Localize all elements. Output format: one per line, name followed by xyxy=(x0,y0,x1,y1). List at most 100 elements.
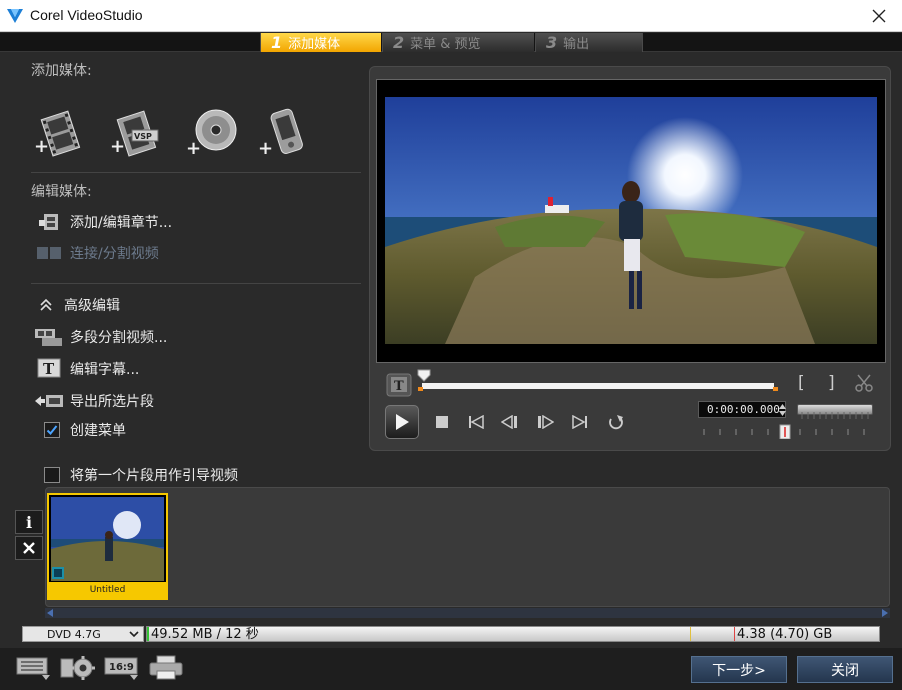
svg-text:+: + xyxy=(258,138,273,159)
subtitle-icon: T xyxy=(37,358,61,378)
svg-text:T: T xyxy=(394,379,404,394)
scrubber-handle[interactable] xyxy=(417,369,431,383)
clip-strip-scrollbar[interactable] xyxy=(45,608,890,618)
mark-out-button[interactable]: ] xyxy=(828,373,835,393)
add-vsp-project-icon[interactable]: VSP + xyxy=(106,104,162,160)
scroll-left-icon[interactable] xyxy=(46,609,54,617)
advanced-edit-heading: 高级编辑 xyxy=(64,298,120,314)
vsp-label: VSP xyxy=(134,132,152,141)
aspect-ratio-icon[interactable]: 16:9 xyxy=(104,655,140,681)
join-split-video-link[interactable]: 连接/分割视频 xyxy=(34,242,159,264)
export-selected-clips-label: 导出所选片段 xyxy=(70,394,154,410)
create-menu-option[interactable]: 创建菜单 xyxy=(44,420,126,440)
intro-video-label: 将第一个片段用作引导视频 xyxy=(70,468,238,484)
advanced-edit-toggle[interactable]: 高级编辑 xyxy=(34,294,120,316)
step-number: 3 xyxy=(546,33,558,52)
disc-type-select[interactable]: DVD 4.7G xyxy=(22,626,144,642)
chapter-icon xyxy=(39,214,58,230)
trim-bar[interactable] xyxy=(418,381,778,391)
divider xyxy=(31,172,361,173)
clip-info-button[interactable]: i xyxy=(15,510,43,534)
multi-trim-icon xyxy=(35,329,62,346)
scissors-icon[interactable] xyxy=(854,373,874,393)
add-media-heading: 添加媒体: xyxy=(31,63,92,79)
step-number: 1 xyxy=(271,33,283,52)
add-edit-chapters-link[interactable]: 添加/编辑章节... xyxy=(34,211,172,233)
checkmark-icon xyxy=(46,425,58,435)
timecode-spinner[interactable] xyxy=(778,403,787,417)
disc-usage-bar: 49.52 MB / 12 秒 4.38 (4.70) GB xyxy=(146,626,880,642)
go-to-start-button[interactable] xyxy=(466,413,486,431)
timecode-display[interactable]: 0:00:00.000 xyxy=(698,401,786,418)
timecode-value: 0:00:00.000 xyxy=(707,403,780,416)
skip-start-icon xyxy=(469,415,484,429)
edit-subtitles-label: 编辑字幕... xyxy=(70,362,140,378)
repeat-icon xyxy=(609,415,623,430)
repeat-button[interactable] xyxy=(606,413,626,431)
corel-logo-icon xyxy=(7,9,23,23)
clip-thumbnail[interactable]: Untitled xyxy=(47,493,168,600)
window-close-button[interactable] xyxy=(856,0,902,32)
jog-wheel[interactable] xyxy=(797,404,873,419)
svg-text:+: + xyxy=(186,138,201,159)
chevron-double-up-icon xyxy=(40,298,52,311)
stop-button[interactable] xyxy=(432,413,452,431)
text-overlay-icon[interactable]: T xyxy=(386,373,412,397)
disc-capacity-text: 4.38 (4.70) GB xyxy=(737,627,833,642)
mark-in-button[interactable]: [ xyxy=(798,373,805,393)
svg-text:T: T xyxy=(43,360,55,378)
clip-preview-image xyxy=(51,497,164,581)
edit-subtitles-link[interactable]: T 编辑字幕... xyxy=(34,358,139,380)
delete-clip-button[interactable] xyxy=(15,536,43,560)
step-forward-icon xyxy=(538,415,554,429)
print-label-icon[interactable] xyxy=(148,655,184,681)
next-step-button[interactable]: 下一步> xyxy=(691,656,787,683)
disc-usage-fill xyxy=(147,627,149,641)
zoom-slider[interactable] xyxy=(702,423,874,439)
add-edit-chapters-label: 添加/编辑章节... xyxy=(70,215,173,231)
play-button[interactable] xyxy=(385,405,419,439)
svg-text:+: + xyxy=(110,136,125,157)
svg-text:+: + xyxy=(34,136,49,157)
export-clip-icon xyxy=(35,395,63,407)
disc-used-text: 49.52 MB / 12 秒 xyxy=(151,627,259,642)
close-icon xyxy=(872,9,886,23)
scroll-right-icon[interactable] xyxy=(881,609,889,617)
delete-icon xyxy=(23,542,35,554)
capacity-mark xyxy=(690,627,691,641)
export-selected-clips-link[interactable]: 导出所选片段 xyxy=(34,390,154,412)
clip-strip xyxy=(45,487,890,607)
create-menu-checkbox[interactable] xyxy=(44,422,60,438)
add-disc-icon[interactable]: + xyxy=(184,104,240,160)
intro-video-option[interactable]: 将第一个片段用作引导视频 xyxy=(44,465,238,485)
title-bar: Corel VideoStudio xyxy=(0,0,902,32)
project-settings-icon[interactable] xyxy=(16,655,52,681)
divider xyxy=(31,283,361,284)
edit-media-heading: 编辑媒体: xyxy=(31,184,92,200)
preferences-gear-icon[interactable] xyxy=(60,655,96,681)
join-split-video-label: 连接/分割视频 xyxy=(70,246,159,262)
create-menu-label: 创建菜单 xyxy=(70,423,126,439)
close-button[interactable]: 关闭 xyxy=(797,656,893,683)
step-tabs: 1 添加媒体 2 菜单 & 预览 3 输出 xyxy=(0,33,902,52)
go-to-end-button[interactable] xyxy=(570,413,590,431)
preview-screen xyxy=(376,79,886,363)
tab-output[interactable]: 3 输出 xyxy=(535,33,643,52)
chevron-down-icon xyxy=(129,631,139,638)
multi-trim-video-label: 多段分割视频... xyxy=(70,330,168,346)
add-mobile-device-icon[interactable]: + xyxy=(256,104,312,160)
multi-trim-video-link[interactable]: 多段分割视频... xyxy=(34,326,167,348)
previous-frame-button[interactable] xyxy=(500,413,520,431)
clip-label: Untitled xyxy=(49,582,166,598)
preview-panel: T [ ] 0:00:00.000 xyxy=(369,66,891,451)
play-icon xyxy=(396,414,409,430)
tab-menu-preview[interactable]: 2 菜单 & 预览 xyxy=(382,33,534,52)
disc-type-value: DVD 4.7G xyxy=(47,627,101,641)
add-video-icon[interactable]: + xyxy=(30,104,86,160)
video-clip-icon xyxy=(52,567,64,579)
intro-video-checkbox[interactable] xyxy=(44,467,60,483)
next-frame-button[interactable] xyxy=(535,413,555,431)
info-icon: i xyxy=(25,512,33,532)
tab-add-media[interactable]: 1 添加媒体 xyxy=(260,33,381,52)
jog-ridges xyxy=(801,412,869,419)
